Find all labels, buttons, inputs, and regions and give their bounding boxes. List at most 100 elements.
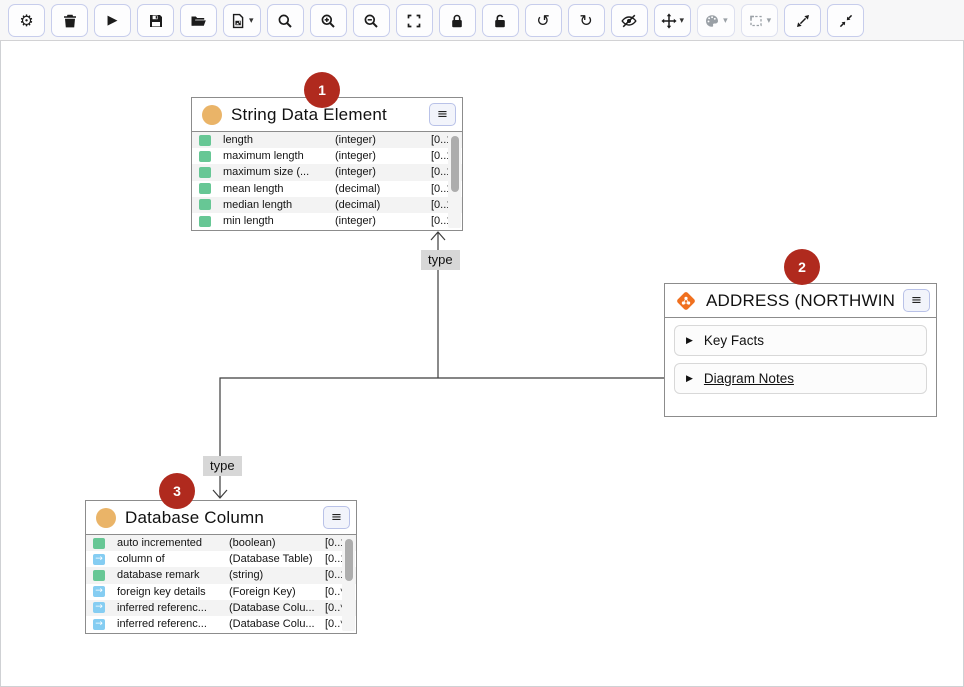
move-button[interactable]: ▾	[654, 4, 692, 37]
attribute-row[interactable]: auto incremented (boolean) [0..1]	[86, 535, 356, 551]
attribute-name: mean length	[223, 183, 335, 195]
attribute-name: inferred referenc...	[117, 602, 229, 614]
expand-icon	[795, 13, 811, 29]
dropdown-caret-icon: ▾	[767, 16, 772, 26]
gear-icon: ⚙	[19, 13, 33, 29]
entity-circle-icon	[202, 105, 222, 125]
export-image-button[interactable]: ▾	[223, 4, 261, 37]
dropdown-caret-icon: ▾	[680, 16, 685, 26]
attribute-icon	[199, 151, 211, 162]
attribute-icon	[199, 199, 211, 210]
reference-row[interactable]: foreign key details (Foreign Key) [0..*]	[86, 584, 356, 600]
attribute-row[interactable]: length (integer) [0..1]	[192, 132, 462, 148]
node-header[interactable]: Database Column ≡	[86, 501, 356, 535]
entity-circle-icon	[96, 508, 116, 528]
diagram-canvas[interactable]: String Data Element ≡ length (integer) […	[0, 41, 964, 687]
attribute-row[interactable]: maximum size (... (integer) [0..1]	[192, 164, 462, 180]
expander-triangle-icon[interactable]: ▶	[686, 374, 693, 384]
lock-icon	[449, 13, 465, 29]
attribute-type: (integer)	[335, 215, 431, 227]
fit-screen-button[interactable]	[396, 4, 433, 37]
expander-triangle-icon[interactable]: ▶	[686, 336, 693, 346]
attribute-name: maximum size (...	[223, 166, 335, 178]
attribute-icon	[199, 183, 211, 194]
zoom-out-icon	[363, 13, 379, 29]
reference-row[interactable]: column of (Database Table) [0..1]	[86, 551, 356, 567]
attribute-type: (integer)	[335, 150, 431, 162]
reference-row[interactable]: inferred referenc... (Database Colu... […	[86, 600, 356, 616]
node-menu-button[interactable]: ≡	[429, 103, 456, 126]
lock-button[interactable]	[439, 4, 476, 37]
edge-label-type[interactable]: type	[421, 250, 460, 270]
attribute-name: maximum length	[223, 150, 335, 162]
undo-icon: ↺	[536, 13, 549, 29]
save-button[interactable]	[137, 4, 174, 37]
node-database-column[interactable]: Database Column ≡ auto incremented (bool…	[85, 500, 357, 634]
node-title: ADDRESS (NORTHWIN...	[706, 291, 894, 311]
attribute-name: column of	[117, 553, 229, 565]
attribute-type: (decimal)	[335, 183, 431, 195]
scrollbar-thumb[interactable]	[345, 539, 353, 581]
key-facts-section[interactable]: ▶ Key Facts	[674, 325, 927, 356]
attribute-type: (integer)	[335, 134, 431, 146]
unlock-button[interactable]	[482, 4, 519, 37]
attribute-name: auto incremented	[117, 537, 229, 549]
redo-button[interactable]: ↻	[568, 4, 605, 37]
node-address[interactable]: ADDRESS (NORTHWIN... ≡ ▶ Key Facts ▶ Dia…	[664, 283, 937, 417]
folder-open-icon	[190, 13, 207, 29]
attribute-type: (Database Table)	[229, 553, 325, 565]
diagram-notes-section[interactable]: ▶ Diagram Notes	[674, 363, 927, 394]
settings-button[interactable]: ⚙	[8, 4, 45, 37]
cluster-diamond-icon	[675, 290, 697, 312]
attribute-row[interactable]: database remark (string) [0..1]	[86, 567, 356, 583]
floppy-icon	[148, 13, 164, 29]
redo-icon: ↻	[579, 13, 592, 29]
zoom-out-button[interactable]	[353, 4, 390, 37]
selection-box-icon	[748, 13, 764, 29]
attribute-name: foreign key details	[117, 586, 229, 598]
scrollbar-track[interactable]	[448, 133, 461, 228]
node-menu-button[interactable]: ≡	[903, 289, 930, 312]
search-button[interactable]	[267, 4, 304, 37]
attribute-type: (Database Colu...	[229, 602, 325, 614]
fullscreen-icon	[406, 13, 422, 29]
hide-button[interactable]	[611, 4, 648, 37]
collapse-all-button[interactable]	[827, 4, 864, 37]
node-string-data-element[interactable]: String Data Element ≡ length (integer) […	[191, 97, 463, 231]
run-button[interactable]: ▶	[94, 4, 131, 37]
scrollbar-track[interactable]	[342, 536, 355, 631]
attribute-type: (boolean)	[229, 537, 325, 549]
diagram-notes-link[interactable]: Diagram Notes	[704, 371, 794, 386]
expand-all-button[interactable]	[784, 4, 821, 37]
annotation-badge-2: 2	[784, 249, 820, 285]
reference-row[interactable]: inferred referenc... (Database Colu... […	[86, 616, 356, 632]
attribute-type: (decimal)	[335, 199, 431, 211]
undo-button[interactable]: ↺	[525, 4, 562, 37]
attribute-icon	[199, 167, 211, 178]
annotation-badge-1: 1	[304, 72, 340, 108]
attribute-list[interactable]: length (integer) [0..1] maximum length (…	[192, 132, 462, 229]
edge-label-type[interactable]: type	[203, 456, 242, 476]
node-menu-button[interactable]: ≡	[323, 506, 350, 529]
reference-icon	[93, 619, 105, 630]
attribute-row[interactable]: mean length (decimal) [0..1]	[192, 181, 462, 197]
attribute-list[interactable]: auto incremented (boolean) [0..1] column…	[86, 535, 356, 632]
attribute-icon	[199, 216, 211, 227]
attribute-row[interactable]: median length (decimal) [0..1]	[192, 197, 462, 213]
reference-icon	[93, 586, 105, 597]
node-header[interactable]: ADDRESS (NORTHWIN... ≡	[665, 284, 936, 318]
attribute-row[interactable]: maximum length (integer) [0..1]	[192, 148, 462, 164]
scrollbar-thumb[interactable]	[451, 136, 459, 192]
reference-icon	[93, 602, 105, 613]
attribute-name: min length	[223, 215, 335, 227]
attribute-type: (Foreign Key)	[229, 586, 325, 598]
delete-button[interactable]	[51, 4, 88, 37]
zoom-in-button[interactable]	[310, 4, 347, 37]
annotation-badge-3: 3	[159, 473, 195, 509]
attribute-type: (string)	[229, 569, 325, 581]
move-icon	[661, 13, 677, 29]
attribute-row[interactable]: min length (integer) [0..1]	[192, 213, 462, 229]
open-button[interactable]	[180, 4, 217, 37]
unlock-icon	[492, 13, 508, 29]
attribute-name: median length	[223, 199, 335, 211]
